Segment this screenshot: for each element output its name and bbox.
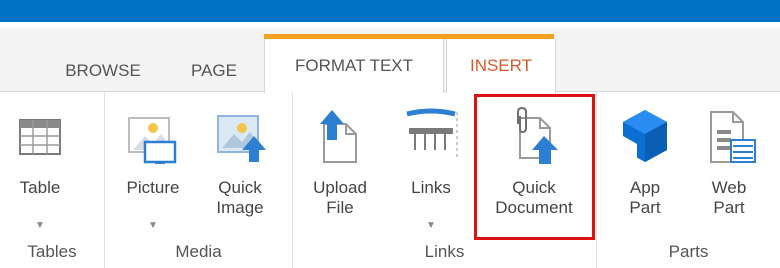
tab-insert[interactable]: INSERT — [446, 39, 556, 93]
chevron-down-icon: ▼ — [35, 220, 45, 231]
upload-file-button[interactable]: Upload File — [300, 92, 380, 242]
app-part-button[interactable]: App Part — [610, 92, 680, 242]
table-button[interactable]: Table ▼ — [10, 92, 70, 242]
ribbon-body: Table ▼ Picture ▼ Quick Image Upload Fil… — [0, 92, 780, 268]
quick-image-icon — [210, 106, 270, 166]
links-label: Links — [411, 178, 451, 197]
quick-image-label: Quick Image — [216, 178, 264, 217]
suite-bar — [0, 0, 780, 22]
upload-file-icon — [310, 106, 370, 166]
picture-icon — [123, 106, 183, 166]
tab-browse[interactable]: BROWSE — [48, 50, 158, 92]
app-part-label: App Part — [629, 178, 661, 217]
web-part-button[interactable]: Web Part — [694, 92, 764, 242]
group-label-tables: Tables — [27, 242, 77, 261]
group-label-links: Links — [424, 242, 465, 261]
quick-image-button[interactable]: Quick Image — [200, 92, 280, 242]
picture-button[interactable]: Picture ▼ — [114, 92, 192, 242]
app-part-icon — [615, 106, 675, 166]
tab-format-text[interactable]: FORMAT TEXT — [264, 39, 444, 93]
ribbon-tab-row: BROWSE PAGE FORMAT TEXT INSERT — [0, 28, 780, 93]
web-part-label: Web Part — [711, 178, 747, 217]
upload-file-label: Upload File — [313, 178, 367, 217]
table-label: Table — [19, 178, 61, 197]
links-button[interactable]: Links ▼ — [394, 92, 468, 242]
picture-label: Picture — [126, 178, 180, 197]
web-part-icon — [699, 106, 759, 166]
highlight-box — [474, 94, 595, 240]
group-label-parts: Parts — [668, 242, 709, 261]
table-icon — [10, 106, 70, 166]
group-label-media: Media — [175, 242, 222, 261]
chevron-down-icon: ▼ — [148, 220, 158, 231]
chevron-down-icon: ▼ — [426, 220, 436, 231]
tab-page[interactable]: PAGE — [170, 50, 258, 92]
links-icon — [401, 106, 461, 166]
